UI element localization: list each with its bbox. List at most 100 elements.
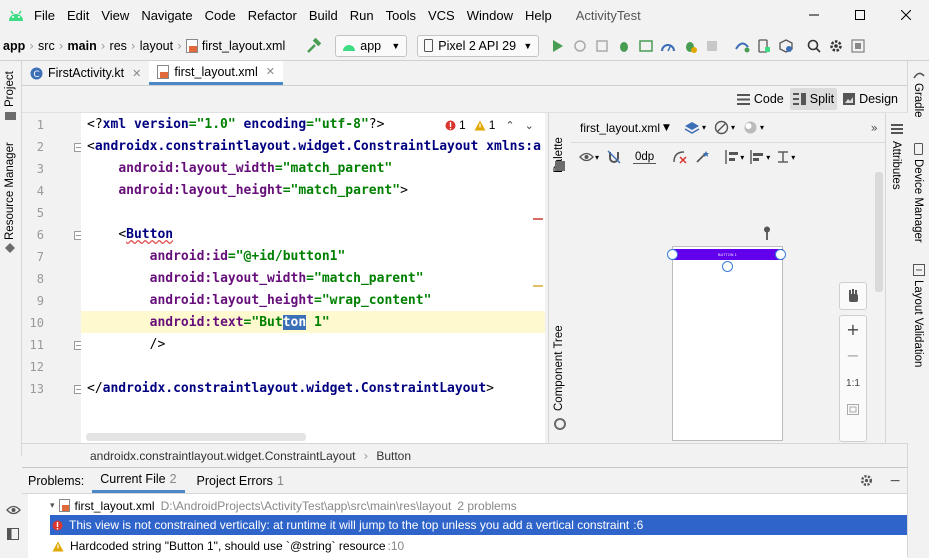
- inspection-widget[interactable]: 1 1 ⌃ ⌄: [445, 118, 534, 132]
- pack-button[interactable]: [776, 150, 790, 164]
- clear-constraints-button[interactable]: [672, 150, 687, 164]
- constraint-handle-bottom[interactable]: [722, 261, 733, 272]
- profile-button[interactable]: [657, 35, 679, 57]
- tab-firstactivity-kt[interactable]: C FirstActivity.kt ✕: [22, 61, 149, 85]
- search-everywhere-button[interactable]: [803, 35, 825, 57]
- code-line[interactable]: />: [87, 336, 166, 354]
- maximize-button[interactable]: [837, 9, 883, 23]
- code-line[interactable]: android:text="Button 1": [87, 314, 330, 332]
- problem-item-error[interactable]: This view is not constrained vertically:…: [50, 515, 907, 535]
- breadcrumb-file[interactable]: first_layout.xml: [202, 39, 285, 53]
- code-line[interactable]: <androidx.constraintlayout.widget.Constr…: [87, 138, 541, 156]
- sdk-manager-button[interactable]: [775, 35, 797, 57]
- minimize-button[interactable]: [791, 9, 837, 23]
- preview-toggle-button[interactable]: [6, 504, 21, 518]
- menu-code[interactable]: Code: [205, 8, 236, 23]
- run-button[interactable]: [547, 35, 569, 57]
- close-tab-icon[interactable]: ✕: [266, 65, 275, 78]
- menu-edit[interactable]: Edit: [67, 8, 89, 23]
- coverage-button[interactable]: [635, 35, 657, 57]
- constraint-handle-left[interactable]: [667, 249, 678, 260]
- design-file-selector[interactable]: first_layout.xml: [580, 121, 660, 135]
- chevron-down-icon[interactable]: ⌄: [525, 119, 534, 132]
- infer-constraints-button[interactable]: [695, 150, 710, 164]
- code-line[interactable]: android:id="@+id/button1": [87, 248, 346, 266]
- run-config-dropdown[interactable]: app ▼: [335, 34, 408, 57]
- apply-code-changes-button[interactable]: [591, 35, 613, 57]
- horizontal-scrollbar[interactable]: [86, 433, 306, 441]
- stop-button[interactable]: [701, 35, 723, 57]
- settings-button[interactable]: [825, 35, 847, 57]
- path-constraintlayout[interactable]: androidx.constraintlayout.widget.Constra…: [90, 449, 356, 463]
- view-options-button[interactable]: [579, 152, 594, 162]
- attach-debugger-button[interactable]: [679, 35, 701, 57]
- phone-preview[interactable]: BUTTON 1: [667, 246, 786, 441]
- constraint-handle-right[interactable]: [775, 249, 786, 260]
- sync-gradle-button[interactable]: [731, 35, 753, 57]
- orientation-button[interactable]: [714, 120, 729, 135]
- hide-panel-button[interactable]: −: [889, 473, 901, 489]
- design-canvas[interactable]: BUTTON 1 + − 1:1: [571, 172, 907, 443]
- mode-code-button[interactable]: Code: [734, 88, 787, 110]
- autoconnect-button[interactable]: [607, 150, 621, 164]
- close-window-button[interactable]: [883, 9, 929, 23]
- code-line[interactable]: <?xml version="1.0" encoding="utf-8"?>: [87, 116, 384, 134]
- design-surface-button[interactable]: [684, 121, 700, 135]
- project-structure-button[interactable]: [847, 35, 869, 57]
- zoom-to-fit-button[interactable]: [847, 404, 859, 418]
- breadcrumb-app[interactable]: app: [3, 39, 25, 53]
- menu-refactor[interactable]: Refactor: [248, 8, 297, 23]
- menu-tools[interactable]: Tools: [386, 8, 416, 23]
- guidelines-button[interactable]: [723, 150, 739, 164]
- night-mode-button[interactable]: [743, 120, 758, 135]
- build-hammer-button[interactable]: [303, 35, 325, 57]
- layout-toggle-button[interactable]: [7, 528, 19, 543]
- menu-navigate[interactable]: Navigate: [141, 8, 192, 23]
- device-manager-button[interactable]: [753, 35, 775, 57]
- code-line[interactable]: </androidx.constraintlayout.widget.Const…: [87, 380, 494, 398]
- problem-file-row[interactable]: ▾ first_layout.xml D:\AndroidProjects\Ac…: [50, 496, 905, 515]
- tab-project-errors[interactable]: Project Errors 1: [189, 468, 292, 493]
- warning-stripe-mark[interactable]: [533, 285, 543, 287]
- breadcrumb-src[interactable]: src: [38, 39, 55, 53]
- code-line[interactable]: android:layout_width="match_parent": [87, 160, 392, 178]
- menu-file[interactable]: File: [34, 8, 55, 23]
- pan-button[interactable]: [839, 282, 867, 310]
- problems-settings-button[interactable]: [860, 474, 873, 487]
- vertical-scrollbar[interactable]: [875, 172, 883, 292]
- zoom-out-button[interactable]: −: [840, 346, 866, 365]
- mode-design-button[interactable]: Design: [840, 88, 901, 110]
- code-line[interactable]: <Button: [87, 226, 173, 244]
- menu-build[interactable]: Build: [309, 8, 338, 23]
- chevron-down-icon[interactable]: ▾: [50, 501, 55, 511]
- button1-preview[interactable]: BUTTON 1: [672, 249, 783, 260]
- menu-window[interactable]: Window: [467, 8, 513, 23]
- zoom-in-button[interactable]: +: [840, 320, 866, 339]
- apply-changes-button[interactable]: [569, 35, 591, 57]
- code-line[interactable]: android:layout_width="match_parent": [87, 270, 424, 288]
- device-dropdown[interactable]: Pixel 2 API 29 ▼: [417, 34, 540, 57]
- code-line[interactable]: android:layout_height="match_parent">: [87, 182, 408, 200]
- tab-first-layout-xml[interactable]: first_layout.xml ✕: [149, 61, 283, 85]
- mode-split-button[interactable]: Split: [789, 88, 838, 110]
- menu-run[interactable]: Run: [350, 8, 374, 23]
- tab-current-file[interactable]: Current File 2: [92, 468, 185, 493]
- default-margin-button[interactable]: 0dp: [633, 151, 657, 164]
- breadcrumb-layout[interactable]: layout: [140, 39, 173, 53]
- align-button[interactable]: [750, 150, 765, 164]
- chevron-up-icon[interactable]: ⌃: [505, 119, 514, 132]
- error-stripe-mark[interactable]: [533, 218, 543, 220]
- more-chevron-icon[interactable]: »: [871, 121, 878, 135]
- menu-view[interactable]: View: [101, 8, 129, 23]
- menu-vcs[interactable]: VCS: [428, 8, 455, 23]
- code-line[interactable]: android:layout_height="wrap_content": [87, 292, 432, 310]
- menu-help[interactable]: Help: [525, 8, 552, 23]
- code-editor[interactable]: <?xml version="1.0" encoding="utf-8"?> <a…: [81, 113, 545, 443]
- path-button[interactable]: Button: [376, 449, 411, 463]
- debug-button[interactable]: [613, 35, 635, 57]
- problem-item-warning[interactable]: Hardcoded string "Button 1", should use …: [50, 536, 905, 556]
- breadcrumb-res[interactable]: res: [110, 39, 127, 53]
- breadcrumb-main[interactable]: main: [68, 39, 97, 53]
- zoom-actual-size-button[interactable]: 1:1: [840, 378, 866, 389]
- close-tab-icon[interactable]: ✕: [132, 67, 141, 80]
